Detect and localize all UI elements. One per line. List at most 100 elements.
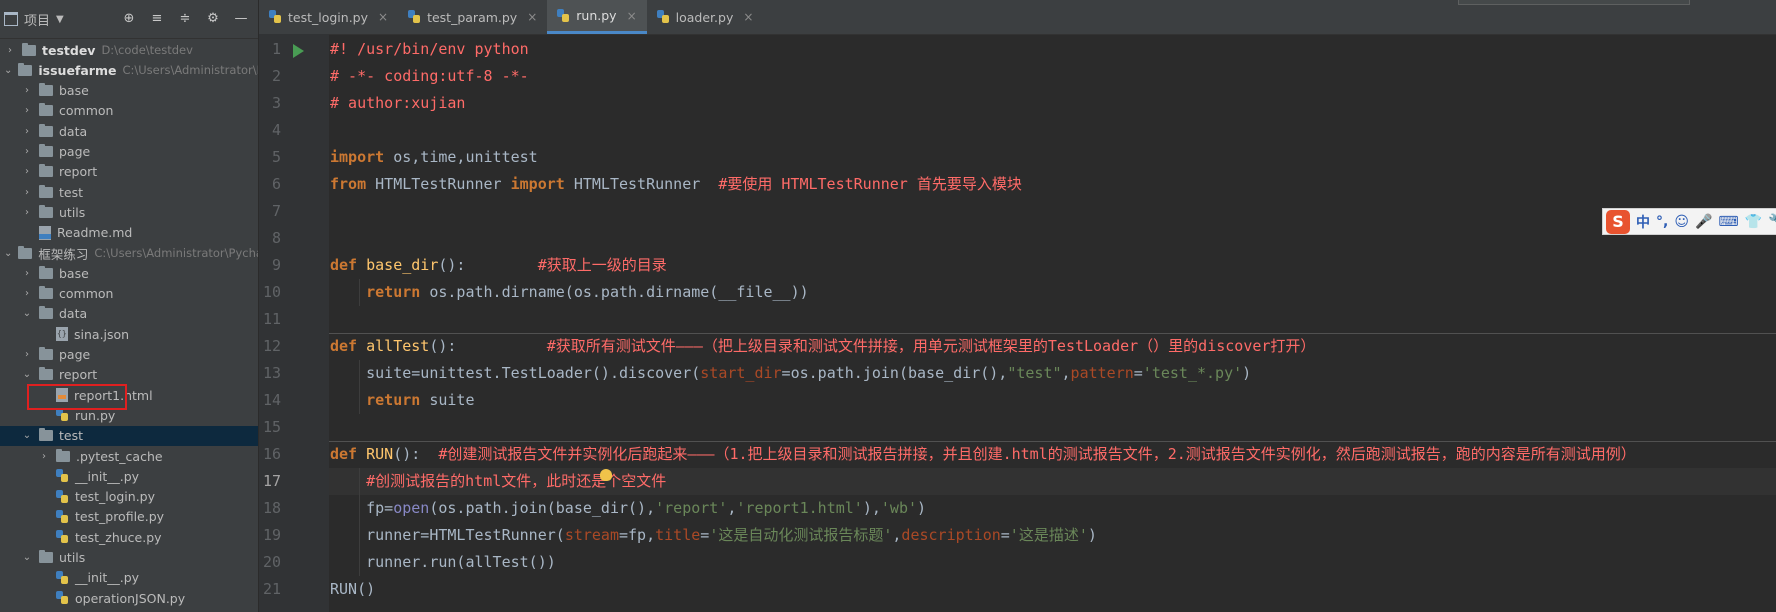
chevron-down-icon[interactable]: ⌄ — [21, 552, 33, 563]
tree-item[interactable]: ⌄ issuefarme C:\Users\Administrator\Pych — [0, 60, 258, 80]
tree-item[interactable]: › common — [0, 284, 258, 304]
editor-tab[interactable]: test_param.py × — [398, 0, 547, 34]
chevron-right-icon[interactable]: › — [21, 268, 33, 279]
code-token: 'report' — [655, 499, 728, 517]
code-line: RUN() — [329, 576, 1776, 603]
chevron-down-icon[interactable]: ⌄ — [4, 248, 12, 259]
tree-item[interactable]: sina.json — [0, 324, 258, 344]
chevron-right-icon[interactable]: › — [21, 349, 33, 360]
close-icon[interactable]: × — [527, 10, 537, 24]
close-icon[interactable]: × — [627, 9, 637, 23]
code-token: (os.path.join(base_dir(), — [429, 499, 656, 517]
code-token: # -*- coding:utf-8 -*- — [330, 67, 529, 85]
close-icon[interactable]: × — [743, 10, 753, 24]
tree-item[interactable]: __init__.py — [0, 466, 258, 486]
search-box-edge[interactable] — [1458, 0, 1690, 5]
skin-icon[interactable]: 👕 — [1745, 214, 1762, 230]
chevron-down-icon[interactable]: ⌄ — [4, 65, 12, 76]
tree-item[interactable]: operationJSON.py — [0, 588, 258, 608]
emoji-icon[interactable]: ☺ — [1674, 214, 1689, 230]
code-token: HTMLTestRunner — [564, 175, 719, 193]
keyboard-icon[interactable]: ⌨ — [1718, 214, 1738, 230]
code-editor[interactable]: #! /usr/bin/env python # -*- coding:utf-8… — [329, 34, 1776, 612]
punctuation-icon[interactable]: °, — [1656, 214, 1668, 230]
close-icon[interactable]: × — [378, 10, 388, 24]
chevron-down-icon[interactable]: ⌄ — [21, 369, 33, 380]
gear-icon[interactable]: ⚙ — [206, 10, 220, 28]
tree-item[interactable]: › common — [0, 101, 258, 121]
collapse-all-icon[interactable]: ≑ — [178, 10, 192, 28]
tree-item[interactable]: › base — [0, 263, 258, 283]
chevron-right-icon[interactable]: › — [4, 45, 16, 56]
hide-panel-icon[interactable]: — — [234, 10, 248, 28]
sogou-logo-icon[interactable]: S — [1606, 209, 1630, 234]
python-file-icon — [656, 10, 670, 24]
indent-guide — [359, 468, 360, 495]
run-gutter-icon[interactable] — [293, 44, 304, 58]
chinese-mode-icon[interactable]: 中 — [1636, 212, 1650, 232]
tree-item[interactable]: __init__.py — [0, 568, 258, 588]
locate-file-icon[interactable]: ⊕ — [122, 10, 136, 28]
tree-item[interactable]: ⌄ utils — [0, 548, 258, 568]
tools-icon[interactable]: 🔧 — [1768, 214, 1776, 230]
tree-item[interactable]: › test — [0, 182, 258, 202]
chevron-right-icon[interactable]: › — [21, 187, 33, 198]
chevron-right-icon[interactable]: › — [21, 207, 33, 218]
tree-item[interactable]: ⌄ 框架练习 C:\Users\Administrator\Pychar — [0, 243, 259, 263]
tree-item[interactable]: ⌄ test — [0, 425, 258, 446]
tree-item[interactable]: ⌄ data — [0, 304, 258, 324]
chevron-right-icon[interactable]: › — [21, 166, 33, 177]
chevron-right-icon[interactable]: › — [21, 126, 33, 137]
code-token: (): — [438, 256, 538, 274]
editor-tab[interactable]: loader.py × — [647, 0, 764, 34]
tree-item[interactable]: › page — [0, 142, 258, 162]
tree-item[interactable]: ›外部库 — [0, 608, 258, 612]
tree-item-path: C:\Users\Administrator\Pychar — [94, 246, 259, 260]
voice-icon[interactable]: 🎤 — [1695, 214, 1712, 230]
code-line: #! /usr/bin/env python — [329, 36, 1776, 63]
code-token: HTMLTestRunner — [366, 175, 511, 193]
tree-item[interactable]: › data — [0, 121, 258, 141]
tree-item[interactable]: › utils — [0, 202, 258, 222]
chevron-right-icon[interactable]: › — [21, 146, 33, 157]
tree-item[interactable]: › testdev D:\code\testdev — [0, 40, 258, 60]
tree-item[interactable]: test_login.py — [0, 487, 258, 507]
editor-tab-label: test_login.py — [288, 9, 369, 25]
chevron-right-icon[interactable]: › — [21, 105, 33, 116]
tree-item[interactable]: Readme.md — [0, 223, 258, 243]
tree-item[interactable]: test_zhuce.py — [0, 527, 258, 547]
editor-tab[interactable]: test_login.py × — [259, 0, 398, 34]
chevron-right-icon[interactable]: › — [21, 85, 33, 96]
code-line: # author:xujian — [329, 90, 1776, 117]
chevron-right-icon[interactable]: › — [21, 288, 33, 299]
tree-item-label: test — [59, 184, 84, 200]
tree-item[interactable]: report1.html — [0, 385, 258, 405]
lightbulb-icon[interactable] — [600, 469, 612, 481]
tree-item[interactable]: run.py — [0, 405, 258, 425]
project-panel-title[interactable]: 项目 — [24, 10, 50, 29]
line-number: 14 — [262, 391, 281, 409]
tree-item[interactable]: › page — [0, 345, 258, 365]
tree-item[interactable]: test_profile.py — [0, 507, 258, 527]
tree-item[interactable]: ⌄ report — [0, 365, 258, 385]
editor-tab[interactable]: run.py × — [547, 0, 647, 34]
project-panel: 项目 ▼ ⊕ ≡ ≑ ⚙ — › testdev D:\code\testdev ⌄ i… — [0, 0, 259, 612]
expand-all-icon[interactable]: ≡ — [150, 10, 164, 28]
chevron-down-icon[interactable]: ▼ — [56, 14, 64, 25]
method-separator — [329, 441, 1776, 442]
tree-item-label: utils — [59, 204, 86, 220]
folder-icon — [18, 245, 33, 259]
tree-item-label: testdev — [42, 42, 96, 58]
chevron-right-icon[interactable]: › — [38, 451, 50, 462]
tree-item[interactable]: › report — [0, 162, 258, 182]
tree-item[interactable]: › base — [0, 81, 258, 101]
line-number: 9 — [271, 256, 281, 274]
chevron-down-icon[interactable]: ⌄ — [21, 430, 33, 441]
folder-icon — [56, 448, 70, 462]
chevron-down-icon[interactable]: ⌄ — [21, 308, 33, 319]
tree-item[interactable]: › .pytest_cache — [0, 446, 258, 466]
tree-item-label: report1.html — [74, 387, 153, 403]
